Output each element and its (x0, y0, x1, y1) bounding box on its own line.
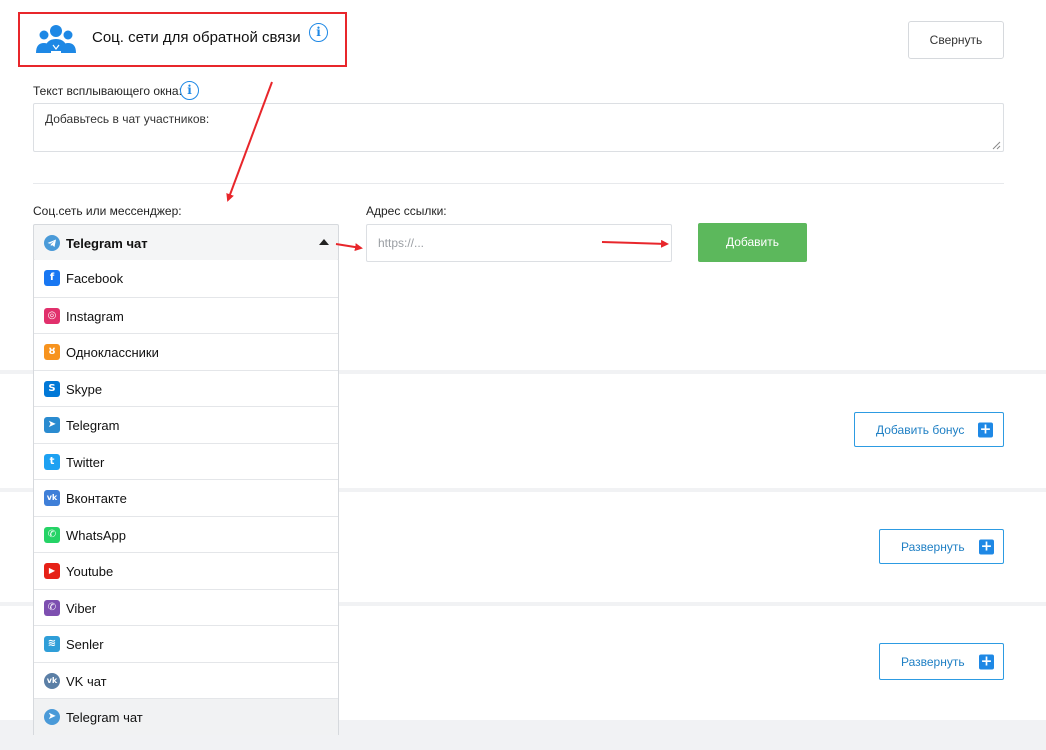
divider (33, 183, 1004, 184)
twitter-icon: t (44, 453, 60, 470)
selected-value: Telegram чат (66, 236, 148, 251)
popup-text-field[interactable] (33, 103, 1004, 152)
option-label: Viber (66, 600, 97, 616)
dropdown-option[interactable]: S Skype (34, 369, 338, 407)
plus-icon: + (979, 538, 994, 554)
dropdown-option[interactable]: vk VK чат (34, 661, 338, 699)
dropdown-option[interactable]: ➤ Telegram (34, 406, 338, 443)
expand-button[interactable]: Развернуть + (879, 529, 1004, 564)
vk-chat-icon: vk (44, 672, 60, 689)
option-label: WhatsApp (66, 527, 126, 543)
telegram-chat-icon (44, 235, 60, 251)
vk-icon: vk (44, 490, 60, 506)
add-button[interactable]: Добавить (698, 223, 807, 262)
info-icon[interactable]: i (309, 23, 328, 42)
option-label: Instagram (66, 308, 124, 324)
expand-label: Развернуть (901, 539, 965, 554)
caret-up-icon[interactable] (319, 239, 329, 245)
odnoklassniki-icon: ȣ (44, 344, 60, 360)
dropdown-option[interactable]: f Facebook (34, 260, 338, 297)
option-label: Telegram (66, 418, 120, 433)
skype-icon: S (44, 380, 60, 397)
option-label: Telegram чат (66, 710, 143, 725)
dropdown-option[interactable]: ȣ Одноклассники (34, 333, 338, 370)
dropdown-option-selected[interactable]: ➤ Telegram чат (34, 698, 338, 735)
dropdown-option[interactable]: ✆ WhatsApp (34, 515, 338, 553)
collapse-button[interactable]: Свернуть (908, 21, 1004, 59)
option-label: Вконтакте (66, 491, 127, 506)
dropdown-option[interactable]: t Twitter (34, 442, 338, 480)
resize-grip-icon[interactable] (992, 141, 1001, 150)
viber-icon: ✆ (44, 599, 60, 616)
option-label: Skype (66, 381, 103, 397)
section-title: Соц. сети для обратной связи (92, 29, 301, 46)
telegram-chat-icon: ➤ (44, 709, 60, 725)
option-label: Senler (66, 637, 104, 652)
dropdown-option[interactable]: ▶ Youtube (34, 552, 338, 589)
option-label: Twitter (66, 454, 105, 470)
option-label: Facebook (66, 271, 124, 286)
dropdown-option[interactable]: vk Вконтакте (34, 479, 338, 516)
popup-text-label: Текст всплывающего окна: (33, 84, 182, 98)
social-network-label: Соц.сеть или мессенджер: (33, 204, 182, 218)
dropdown-option[interactable]: ✆ Viber (34, 588, 338, 626)
social-network-dropdown: f Facebook ◎ Instagram ȣ Одноклассники S… (33, 260, 339, 735)
option-label: Youtube (66, 564, 114, 579)
add-bonus-label: Добавить бонус (876, 422, 965, 437)
youtube-icon: ▶ (44, 563, 60, 579)
link-address-input[interactable] (366, 224, 672, 262)
instagram-icon: ◎ (44, 307, 60, 324)
expand-label: Развернуть (901, 654, 965, 669)
link-address-label: Адрес ссылки: (366, 204, 447, 218)
telegram-icon: ➤ (44, 417, 60, 433)
group-users-icon (36, 25, 76, 53)
section-header-highlight: Соц. сети для обратной связи i (18, 12, 347, 67)
option-label: VK чат (66, 673, 107, 689)
expand-button[interactable]: Развернуть + (879, 643, 1004, 680)
info-icon[interactable]: i (180, 81, 199, 100)
social-network-select[interactable]: Telegram чат (33, 224, 339, 261)
option-label: Одноклассники (66, 345, 159, 360)
facebook-icon: f (44, 270, 60, 286)
add-bonus-button[interactable]: Добавить бонус + (854, 412, 1004, 447)
plus-icon: + (979, 653, 994, 669)
senler-icon: ≋ (44, 636, 60, 652)
plus-icon: + (978, 421, 993, 437)
dropdown-option[interactable]: ≋ Senler (34, 625, 338, 662)
dropdown-option[interactable]: ◎ Instagram (34, 296, 338, 334)
whatsapp-icon: ✆ (44, 526, 60, 543)
